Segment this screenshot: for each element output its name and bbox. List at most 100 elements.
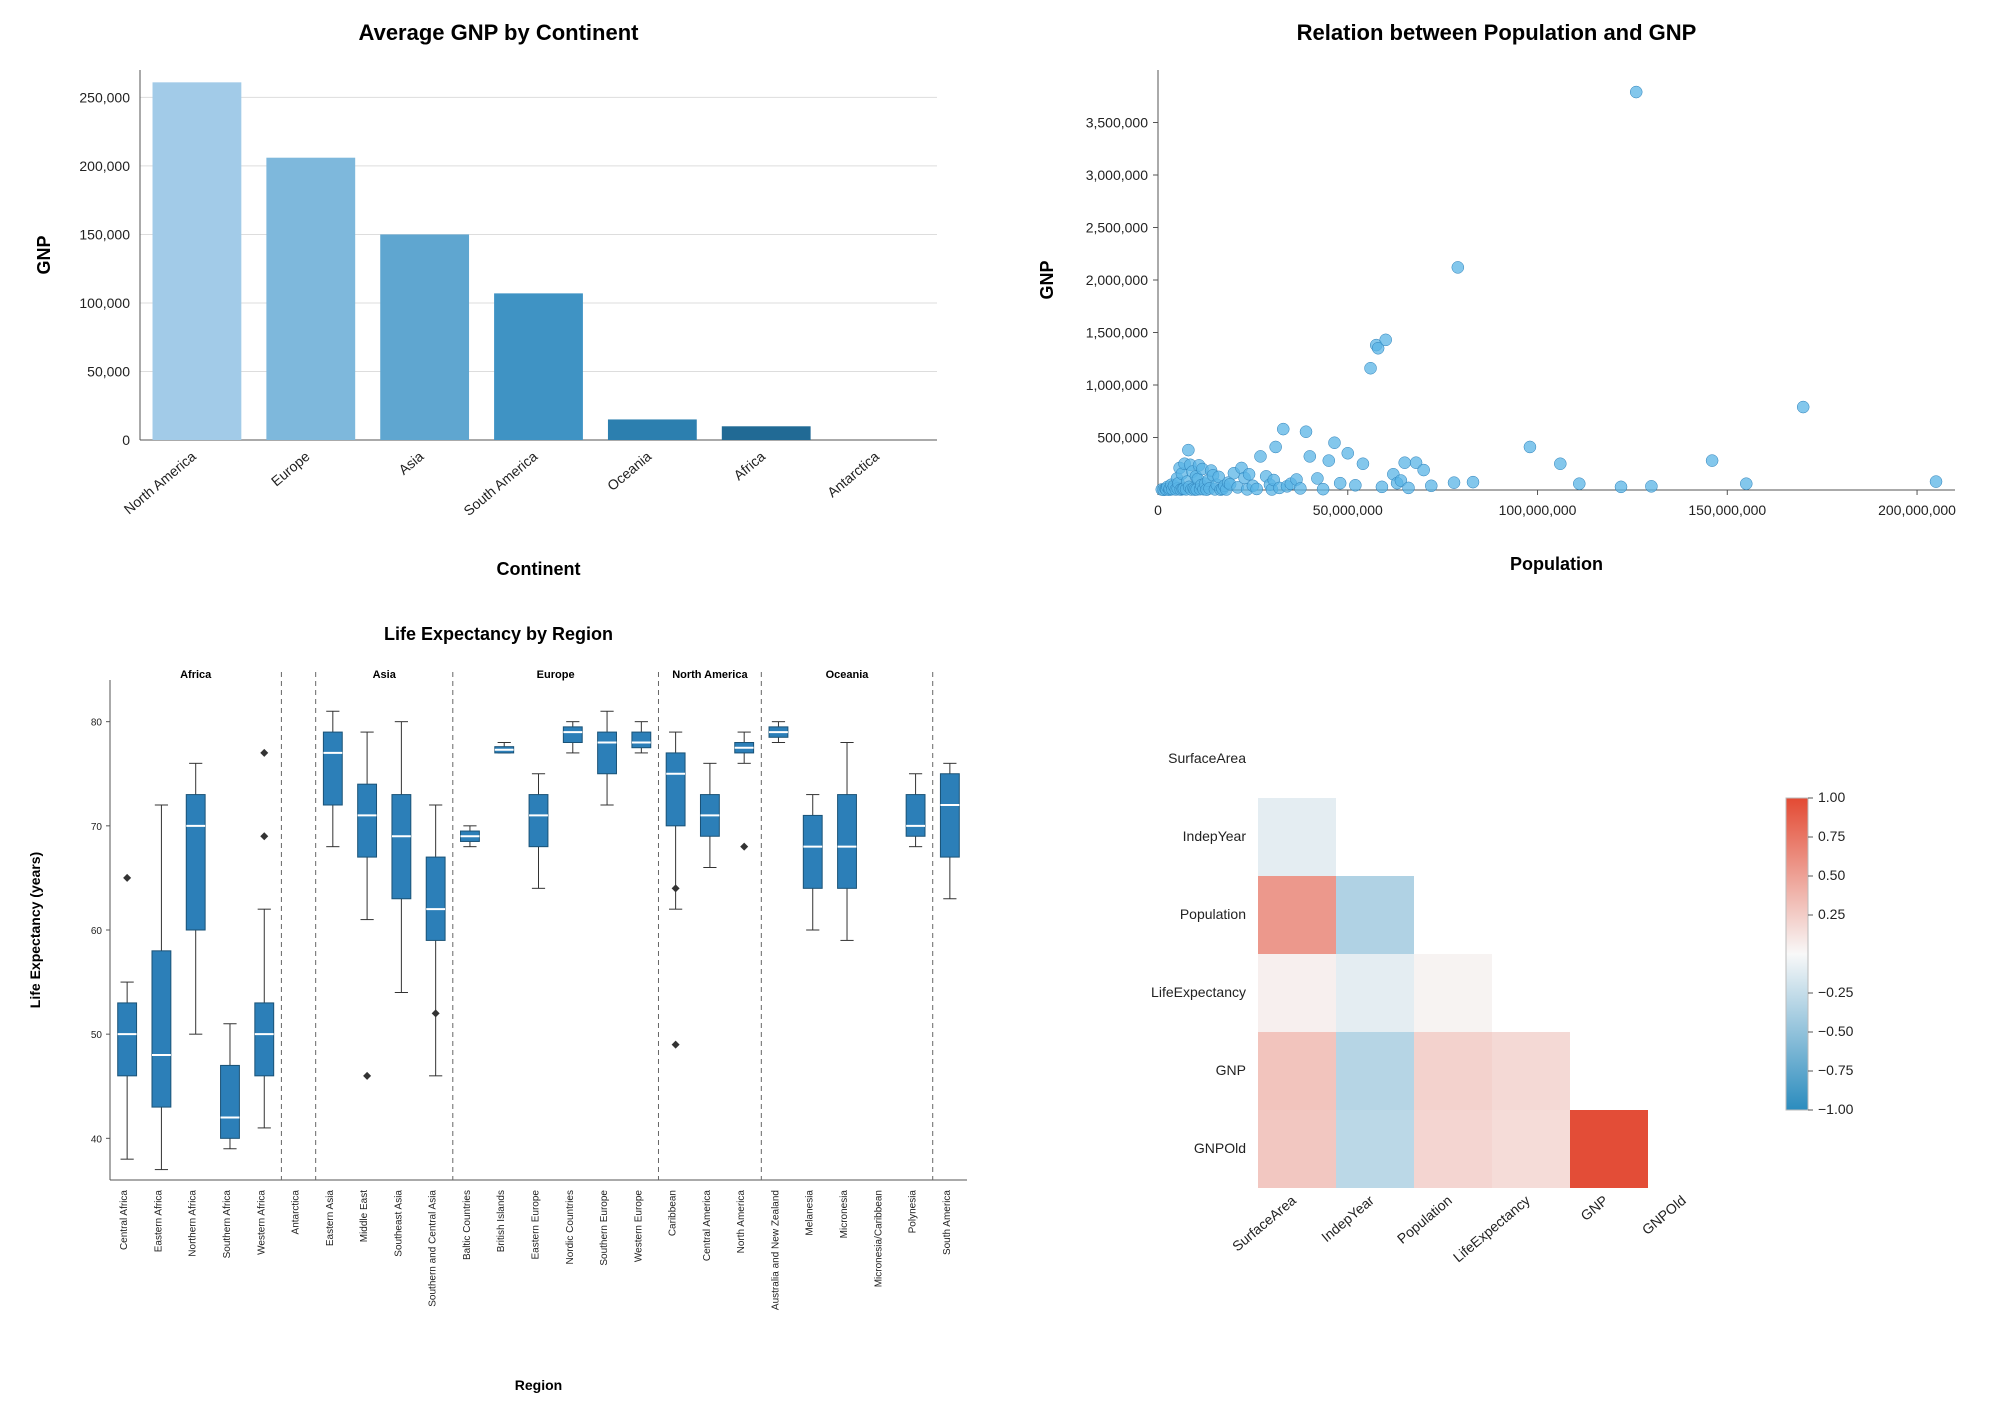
heat-ylabel: Population	[1179, 906, 1245, 922]
box-xtick: South America	[942, 1190, 953, 1255]
scatter-point	[1328, 437, 1340, 449]
heat-legend-tick: −0.75	[1818, 1062, 1854, 1078]
scatter-ytick: 2,500,000	[1085, 220, 1147, 236]
scatter-ytick: 1,000,000	[1085, 377, 1147, 393]
bar-xtick: South America	[460, 448, 540, 519]
box-xtick: Southern and Central Asia	[428, 1190, 439, 1307]
heat-cell	[1258, 876, 1336, 954]
scatter-chart-panel: Relation between Population and GNP 500,0…	[998, 0, 1995, 600]
scatter-point	[1615, 481, 1627, 493]
bar-south-america	[494, 293, 583, 440]
scatter-xtick: 200,000,000	[1878, 502, 1956, 518]
bar-xtick: Africa	[730, 448, 768, 483]
box-xtick: Melanesia	[805, 1190, 816, 1236]
scatter-point	[1740, 478, 1752, 490]
scatter-point	[1294, 482, 1306, 494]
heat-cell	[1258, 1110, 1336, 1188]
bar-ytick: 250,000	[79, 89, 130, 105]
scatter-point	[1277, 423, 1289, 435]
scatter-point	[1349, 479, 1361, 491]
bar-ytick: 0	[122, 432, 130, 448]
box-xtick: Middle East	[359, 1190, 370, 1242]
scatter-point	[1300, 426, 1312, 438]
scatter-point	[1375, 481, 1387, 493]
box-southern-europe	[598, 732, 617, 774]
box-ytick: 40	[91, 1134, 103, 1145]
box-xtick: Antarctica	[291, 1190, 302, 1235]
scatter-xtick: 50,000,000	[1312, 502, 1382, 518]
bar-ytick: 100,000	[79, 295, 130, 311]
heat-legend-tick: −0.50	[1818, 1023, 1854, 1039]
box-ytick: 60	[91, 926, 103, 937]
scatter-point	[1573, 478, 1585, 490]
scatter-point	[1451, 261, 1463, 273]
bar-xtick: North America	[121, 448, 199, 517]
box-eastern-asia	[323, 732, 342, 805]
box-xtick: Australia and New Zealand	[770, 1190, 781, 1310]
heat-legend-tick: −1.00	[1818, 1101, 1854, 1117]
box-micronesia	[838, 795, 857, 889]
box-xtick: Southeast Asia	[393, 1190, 404, 1257]
scatter-point	[1311, 472, 1323, 484]
heat-legend-tick: −0.25	[1818, 984, 1854, 1000]
boxplot-panel: Life Expectancy by Region4050607080Afric…	[0, 600, 998, 1410]
scatter-ytick: 500,000	[1097, 430, 1148, 446]
heat-xlabel: SurfaceArea	[1229, 1192, 1299, 1254]
box-middle-east	[358, 784, 377, 857]
bar-chart-title: Average GNP by Continent	[359, 20, 640, 45]
heat-legend-tick: 0.75	[1818, 828, 1845, 844]
scatter-ytick: 2,000,000	[1085, 272, 1147, 288]
scatter-point	[1182, 444, 1194, 456]
heat-cell	[1258, 954, 1336, 1032]
box-western-africa	[255, 1003, 274, 1076]
scatter-ylabel: GNP	[1037, 260, 1057, 299]
box-central-africa	[118, 1003, 137, 1076]
heat-cell	[1336, 876, 1414, 954]
heat-cell	[1492, 1032, 1570, 1110]
scatter-point	[1356, 458, 1368, 470]
box-southern-africa	[221, 1065, 240, 1138]
box-xtick: North America	[736, 1190, 747, 1254]
bar-ytick: 200,000	[79, 158, 130, 174]
scatter-chart: Relation between Population and GNP 500,0…	[998, 0, 1995, 600]
heat-legend-tick: 1.00	[1818, 789, 1845, 805]
heat-ylabel: GNPOld	[1193, 1140, 1245, 1156]
scatter-point	[1303, 450, 1315, 462]
heat-ylabel: GNP	[1215, 1062, 1245, 1078]
box-xtick: Micronesia/Caribbean	[873, 1190, 884, 1287]
scatter-point	[1797, 401, 1809, 413]
scatter-point	[1523, 441, 1535, 453]
scatter-point	[1630, 86, 1642, 98]
box-northern-africa	[186, 795, 205, 930]
heatmap-chart: SurfaceArea IndepYear Population LifeExpect…	[998, 600, 1995, 1410]
box-ylabel: Life Expectancy (years)	[27, 852, 43, 1008]
bar-north-america	[153, 82, 242, 440]
boxplot-title: Life Expectancy by Region	[384, 624, 613, 644]
box-caribbean	[666, 753, 685, 826]
heat-xlabel: GNPOld	[1638, 1192, 1688, 1238]
scatter-ytick: 3,000,000	[1085, 167, 1147, 183]
heat-cell	[1336, 1110, 1414, 1188]
box-southeast-asia	[392, 795, 411, 899]
box-xtick: Eastern Europe	[531, 1190, 542, 1260]
box-eastern-europe	[529, 795, 548, 847]
scatter-chart-title: Relation between Population and GNP	[1296, 20, 1696, 45]
bar-xlabel: Continent	[497, 559, 581, 579]
box-xtick: Caribbean	[668, 1190, 679, 1236]
bar-xtick: Antarctica	[824, 448, 882, 500]
scatter-xtick: 150,000,000	[1688, 502, 1766, 518]
scatter-xtick: 100,000,000	[1498, 502, 1576, 518]
scatter-point	[1364, 362, 1376, 374]
bar-oceania	[608, 419, 697, 440]
scatter-point	[1467, 476, 1479, 488]
heat-cell	[1258, 1032, 1336, 1110]
bar-chart-panel: Average GNP by Continent050,000100,00015…	[0, 0, 998, 600]
box-xtick: Western Africa	[256, 1190, 267, 1255]
heat-xlabel: IndepYear	[1318, 1192, 1377, 1245]
heatmap-legend	[1786, 798, 1808, 1110]
box-ytick: 70	[91, 822, 103, 833]
heat-cell	[1336, 954, 1414, 1032]
heat-legend-tick: 0.50	[1818, 867, 1845, 883]
heat-ylabel: LifeExpectancy	[1151, 984, 1246, 1000]
scatter-point	[1398, 457, 1410, 469]
